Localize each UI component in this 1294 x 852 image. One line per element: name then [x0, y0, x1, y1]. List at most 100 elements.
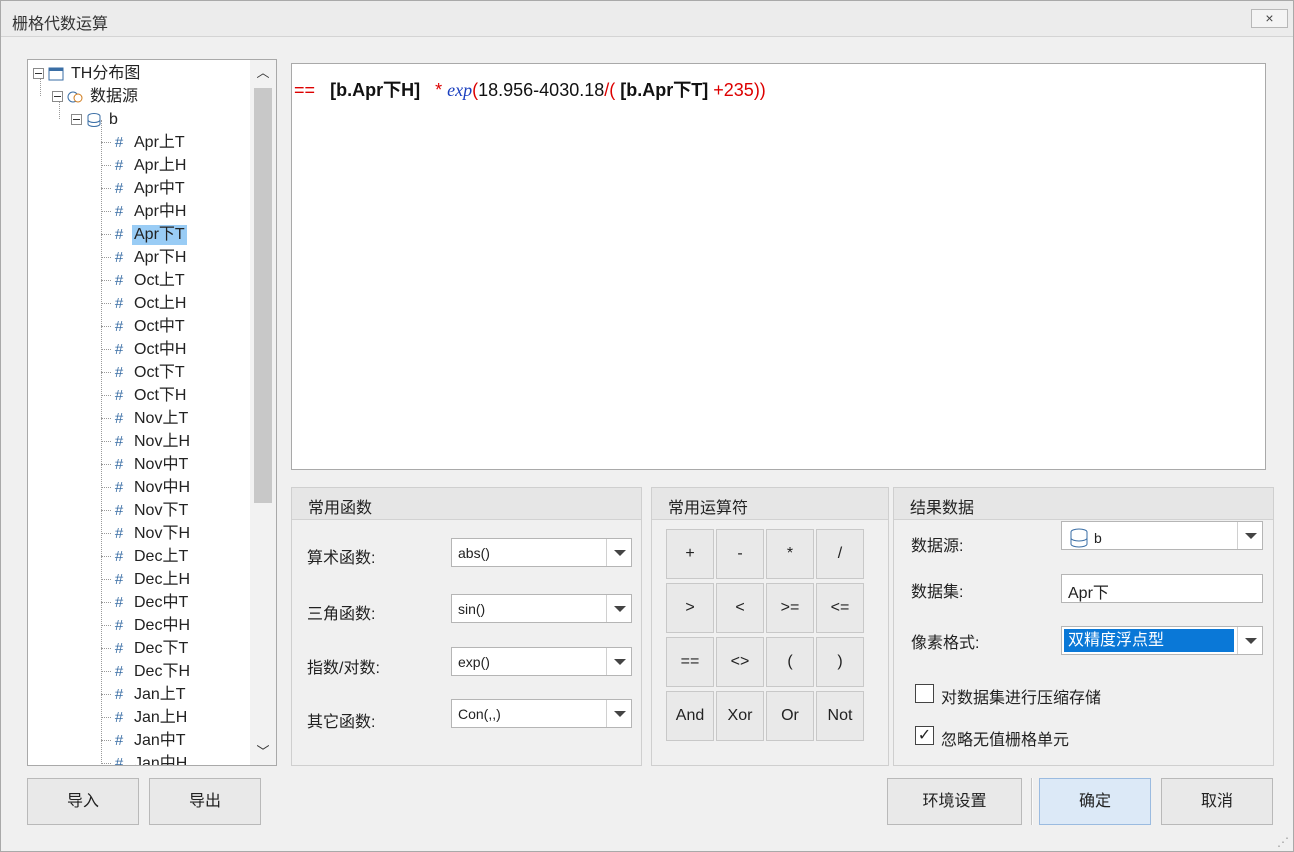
operator-button[interactable]: <>: [716, 637, 764, 687]
operator-button[interactable]: Not: [816, 691, 864, 741]
tree-item-dataset[interactable]: # Dec中T: [111, 591, 190, 614]
operator-button[interactable]: Xor: [716, 691, 764, 741]
operator-button[interactable]: And: [666, 691, 714, 741]
scroll-down-icon[interactable]: ﹀: [250, 739, 276, 765]
operator-button[interactable]: >: [666, 583, 714, 633]
tree-item-dataset[interactable]: # Dec下T: [111, 637, 190, 660]
export-button[interactable]: 导出: [149, 778, 261, 825]
tree-item-label: Oct中T: [134, 317, 185, 335]
tree-item-label: Apr上T: [134, 133, 185, 151]
close-button[interactable]: ×: [1251, 9, 1288, 28]
operator-button[interactable]: ): [816, 637, 864, 687]
tree-item-label: Oct上H: [134, 294, 187, 312]
operator-button[interactable]: +: [666, 529, 714, 579]
tree-item-dataset[interactable]: # Apr下H: [111, 246, 188, 269]
tree-item-dataset[interactable]: # Oct中T: [111, 315, 187, 338]
ignore-nodata-label: 忽略无值栅格单元: [941, 732, 1070, 749]
tree-item-dataset[interactable]: # Nov中H: [111, 476, 192, 499]
tree-item-dataset[interactable]: # Nov下T: [111, 499, 190, 522]
tree-item-dataset[interactable]: # Apr中T: [111, 177, 187, 200]
collapse-icon[interactable]: [33, 68, 44, 79]
tree-item-dataset[interactable]: # Dec下H: [111, 660, 192, 683]
tree-item-label: Apr下H: [134, 248, 187, 266]
grid-icon: #: [114, 410, 124, 427]
layer-tree[interactable]: TH分布图 数据源 b # Apr上T # Apr上H # Apr中T # Apr中H # Apr…: [27, 59, 277, 766]
select-value: abs(): [458, 545, 490, 561]
tree-scrollbar[interactable]: ︿ ﹀: [250, 60, 276, 765]
tree-item-dataset[interactable]: # Nov上T: [111, 407, 190, 430]
import-button[interactable]: 导入: [27, 778, 139, 825]
tree-item-dataset[interactable]: # Apr上H: [111, 154, 188, 177]
operator-button[interactable]: Or: [766, 691, 814, 741]
chevron-down-icon[interactable]: [1237, 627, 1262, 654]
panel-header: 结果数据: [894, 488, 1273, 520]
tree-item-dataset[interactable]: # Jan上T: [111, 683, 188, 706]
result-datasource-select[interactable]: b: [1061, 521, 1263, 550]
grid-icon: #: [114, 732, 124, 749]
exp-log-select[interactable]: exp(): [451, 647, 632, 676]
ok-button[interactable]: 确定: [1039, 778, 1151, 825]
tree-item-dataset[interactable]: # Dec上T: [111, 545, 190, 568]
formula-editor[interactable]: == [b.Apr下H] * exp(18.956-4030.18/( [b.A…: [291, 63, 1266, 470]
tree-item-dataset[interactable]: # Jan中T: [111, 729, 188, 752]
scroll-thumb[interactable]: [254, 88, 272, 503]
ignore-nodata-checkbox[interactable]: ✓: [915, 726, 934, 745]
function-label: 其它函数:: [307, 714, 376, 731]
collapse-icon[interactable]: [71, 114, 82, 125]
tree-item-dataset[interactable]: # Nov中T: [111, 453, 190, 476]
select-value: Con(,,): [458, 706, 501, 722]
chevron-down-icon[interactable]: [606, 700, 631, 727]
operator-button[interactable]: ==: [666, 637, 714, 687]
cancel-button[interactable]: 取消: [1161, 778, 1273, 825]
tree-item-dataset[interactable]: # Jan上H: [111, 706, 189, 729]
tree-item-dataset[interactable]: # Dec上H: [111, 568, 192, 591]
operator-button[interactable]: <: [716, 583, 764, 633]
tree-item-dataset[interactable]: # Oct上H: [111, 292, 188, 315]
operator-button[interactable]: (: [766, 637, 814, 687]
tree-item-label: Dec中T: [134, 593, 189, 611]
dataset-input[interactable]: Apr下: [1061, 574, 1263, 603]
tree-item-dataset[interactable]: # Oct下H: [111, 384, 188, 407]
tree-node-root[interactable]: TH分布图: [33, 62, 142, 85]
tree-item-dataset[interactable]: # Nov上H: [111, 430, 192, 453]
tree-item-dataset[interactable]: # Jan中H: [111, 752, 189, 766]
grid-icon: #: [114, 203, 124, 220]
tree-item-dataset[interactable]: # Oct上T: [111, 269, 187, 292]
tree-item-dataset[interactable]: # Apr下T: [111, 223, 187, 246]
tree-node-db[interactable]: b: [71, 108, 120, 131]
tree-item-label: Apr中H: [134, 202, 187, 220]
chevron-down-icon[interactable]: [606, 595, 631, 622]
resize-grip-icon[interactable]: ⋰: [1277, 835, 1289, 849]
tree-node-datasource[interactable]: 数据源: [52, 85, 140, 108]
collapse-icon[interactable]: [52, 91, 63, 102]
chevron-down-icon[interactable]: [606, 539, 631, 566]
tree-item-label: Oct下H: [134, 386, 187, 404]
operator-button[interactable]: -: [716, 529, 764, 579]
grid-icon: #: [114, 341, 124, 358]
tree-item-dataset[interactable]: # Apr中H: [111, 200, 188, 223]
tree-item-dataset[interactable]: # Oct下T: [111, 361, 187, 384]
operator-button[interactable]: <=: [816, 583, 864, 633]
scroll-up-icon[interactable]: ︿: [250, 60, 276, 86]
trig-select[interactable]: sin(): [451, 594, 632, 623]
compress-checkbox[interactable]: [915, 684, 934, 703]
formula-op: /(: [604, 80, 616, 100]
grid-icon: #: [114, 180, 124, 197]
select-value: b: [1094, 530, 1102, 546]
tree-item-dataset[interactable]: # Oct中H: [111, 338, 188, 361]
other-select[interactable]: Con(,,): [451, 699, 632, 728]
chevron-down-icon[interactable]: [606, 648, 631, 675]
tree-item-dataset[interactable]: # Nov下H: [111, 522, 192, 545]
tree-item-dataset[interactable]: # Dec中H: [111, 614, 192, 637]
operator-button[interactable]: /: [816, 529, 864, 579]
tree-item-label: Apr下T: [132, 224, 187, 245]
operator-button[interactable]: *: [766, 529, 814, 579]
environment-settings-button[interactable]: 环境设置: [887, 778, 1022, 825]
pixel-format-select[interactable]: 双精度浮点型: [1061, 626, 1263, 655]
operator-button[interactable]: >=: [766, 583, 814, 633]
arithmetic-select[interactable]: abs(): [451, 538, 632, 567]
grid-icon: #: [114, 617, 124, 634]
tree-item-dataset[interactable]: # Apr上T: [111, 131, 187, 154]
chevron-down-icon[interactable]: [1237, 522, 1262, 549]
grid-icon: #: [114, 686, 124, 703]
